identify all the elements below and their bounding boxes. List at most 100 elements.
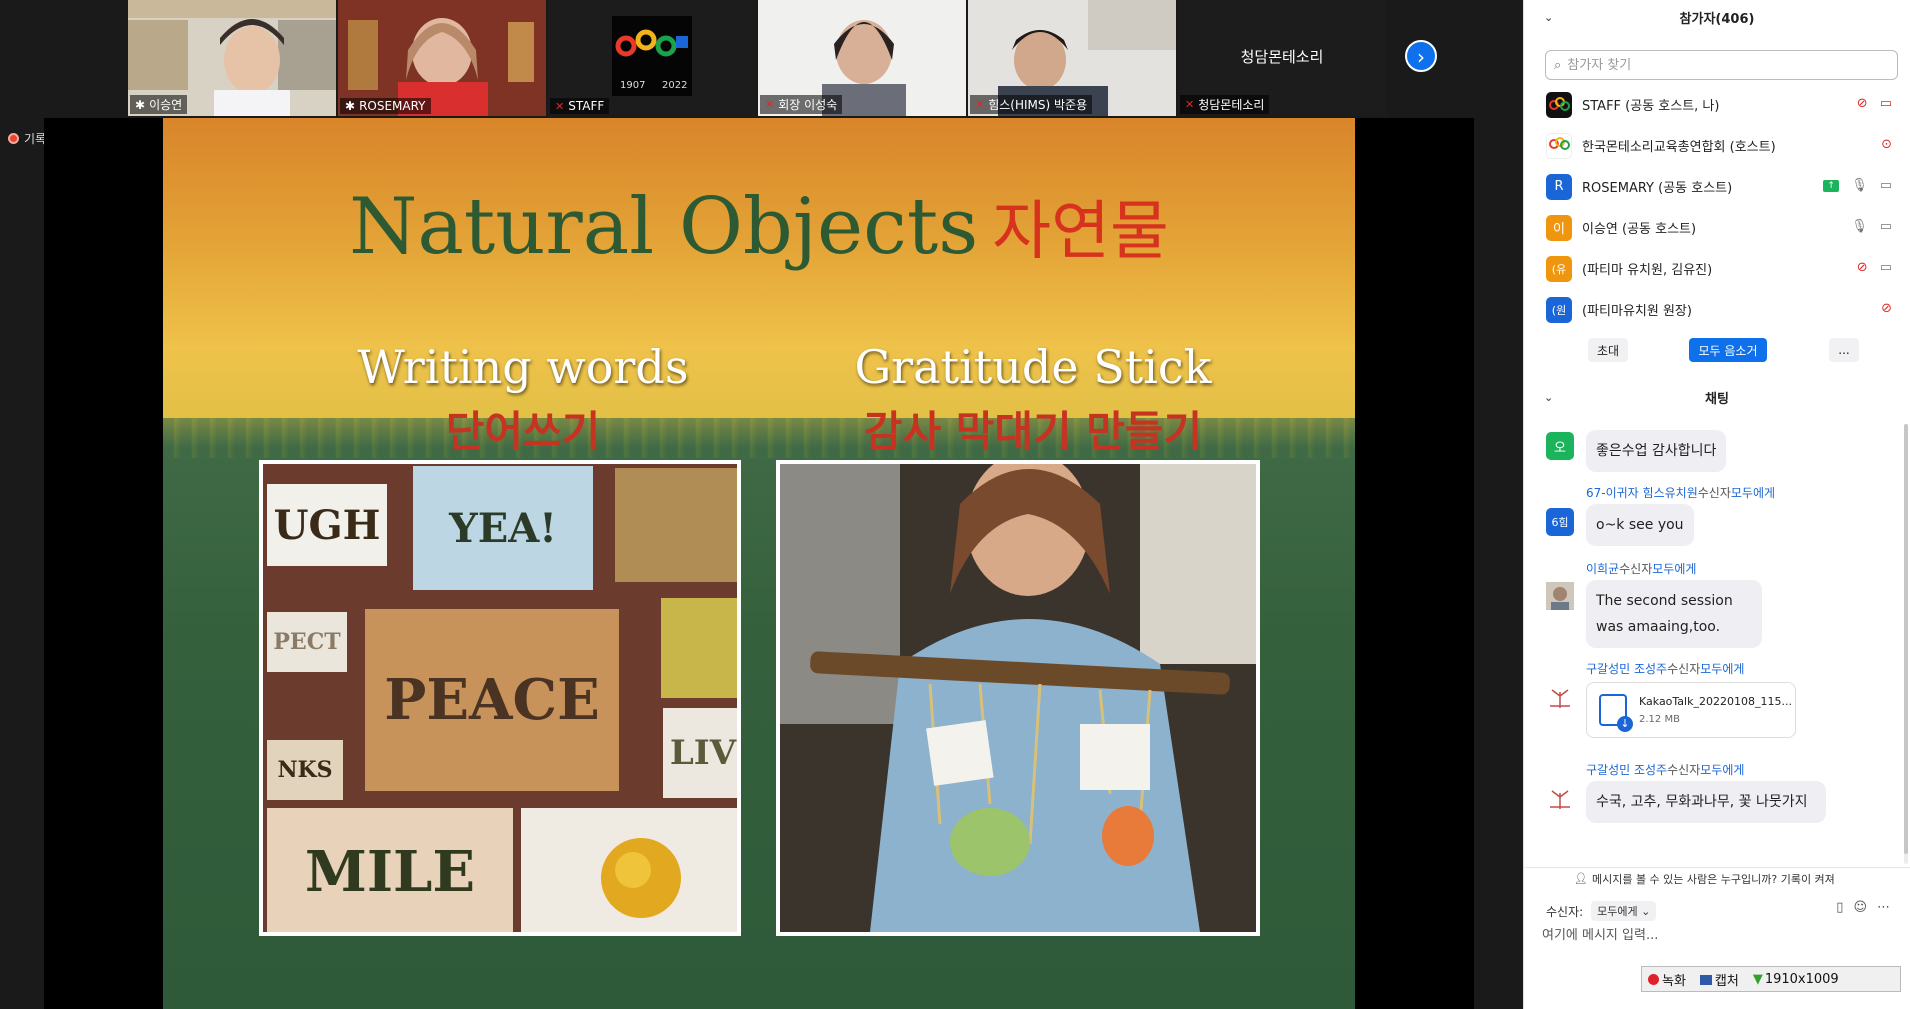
chat-message: 이희균수신자모두에게 The second session was amaain… [1546, 560, 1886, 650]
mic-off-icon[interactable]: ⊘ [1881, 301, 1892, 316]
participant-row[interactable]: 이 이승연 (공동 호스트) 🎙︎ ▭ [1524, 207, 1910, 248]
scrollbar-thumb[interactable] [1904, 424, 1908, 854]
right-column-heading: Gratitude Stick 감사 막대기 만들기 [773, 340, 1293, 459]
video-thumbnail[interactable]: ✕ 회장 이성숙 [758, 0, 966, 116]
mic-off-icon[interactable]: ⊘ [1857, 96, 1868, 111]
participant-name: 청담몬테소리 [1198, 98, 1265, 112]
participant-row[interactable]: STAFF (공동 호스트, 나) ⊘ ▭ [1524, 84, 1910, 125]
slide-title-english: Natural Objects [349, 182, 979, 272]
more-options-button[interactable]: ... [1829, 338, 1859, 362]
participant-avatar: (원 [1546, 296, 1572, 323]
participant-row[interactable]: (원 (파티마유치원 원장) ⊘ [1524, 289, 1910, 330]
sprout-logo-icon [1550, 689, 1570, 708]
message-bubble: The second session was amaaing,too. [1586, 580, 1762, 648]
participant-actions: 초대 모두 음소거 ... [1524, 338, 1910, 362]
record-button[interactable]: 녹화 [1648, 970, 1686, 989]
sender-avatar [1546, 582, 1574, 610]
video-camera-icon[interactable]: ▭ [1880, 219, 1892, 234]
chat-message: 구갈성민 조성주수신자모두에게 KakaoTalk_20220108_115..… [1546, 660, 1886, 744]
staff-logo-icon [1549, 96, 1570, 111]
video-thumbnail[interactable]: 1907 2022 ✕ STAFF [548, 0, 756, 116]
chevron-down-icon[interactable]: ⌄ [1544, 11, 1553, 24]
file-attachment[interactable]: KakaoTalk_20220108_115... 2.12 MB [1586, 682, 1796, 738]
participant-row[interactable]: (유 (파티마 유치원, 김유진) ⊘ ▭ [1524, 248, 1910, 289]
user-photo-icon [1546, 582, 1574, 610]
file-icon[interactable]: ▯ [1836, 900, 1843, 915]
sender-name[interactable]: 구갈성민 조성주 [1586, 763, 1667, 777]
message-visibility-note[interactable]: 👤︎ 메시지를 볼 수 있는 사람은 누구입니까? 기록이 켜져 [1524, 867, 1910, 889]
sprout-logo-icon [1550, 790, 1570, 809]
slide-title: Natural Objects 자연물 [163, 180, 1355, 272]
participant-search-input[interactable] [1567, 57, 1868, 73]
mute-all-button[interactable]: 모두 음소거 [1689, 338, 1767, 362]
participant-avatar: R [1546, 173, 1572, 200]
chat-title: 채팅 [1705, 391, 1729, 407]
participant-avatar: (유 [1546, 255, 1572, 282]
host-icon: ✱ [345, 99, 356, 113]
sender-name[interactable]: 67-이귀자 힘스유치원 [1586, 486, 1698, 500]
chat-message-list[interactable]: 오 좋은수업 감사합니다 67-이귀자 힘스유치원수신자모두에게 6힘 o~k … [1524, 424, 1910, 864]
people-icon: 👤︎ [1574, 872, 1588, 885]
video-thumbnail[interactable]: ✕ 힘스(HIMS) 박준용 [968, 0, 1176, 116]
sender-name[interactable]: 구갈성민 조성주 [1586, 662, 1667, 676]
message-bubble: 좋은수업 감사합니다 [1586, 430, 1727, 472]
capture-button[interactable]: 캡처 [1699, 970, 1739, 989]
collage-tile: LIV [663, 708, 737, 798]
emoji-icon[interactable]: ☺ [1853, 900, 1867, 915]
recipient-name: 모두에게 [1700, 763, 1745, 777]
microphone-icon[interactable]: 🎙︎ [1851, 178, 1868, 193]
presentation-slide: Natural Objects 자연물 Writing words 단어쓰기 Gr… [163, 118, 1355, 1009]
file-size: 2.12 MB [1639, 714, 1680, 725]
sender-avatar: 오 [1546, 432, 1574, 460]
participants-title: 참가자(406) [1679, 11, 1755, 27]
chevron-down-icon[interactable]: ⌄ [1544, 391, 1553, 404]
mic-off-icon: ✕ [765, 98, 775, 111]
recipient-dropdown[interactable]: 모두에게 ⌄ [1591, 901, 1657, 921]
recipient-label: 수신자: [1546, 904, 1584, 919]
sender-avatar: 6힘 [1546, 508, 1574, 536]
participants-header[interactable]: ⌄ 참가자(406) [1524, 0, 1910, 34]
collage-tile: PEACE [365, 609, 619, 791]
participant-status-icons: ⊘ ▭ [1857, 96, 1892, 111]
participant-name: ROSEMARY (공동 호스트) [1582, 181, 1733, 196]
file-name: KakaoTalk_20220108_115... [1639, 695, 1792, 708]
video-camera-icon[interactable]: ▭ [1880, 178, 1892, 193]
mic-off-icon[interactable]: ⊘ [1857, 260, 1868, 275]
chat-toolbar: ▯ ☺ ⋯ [1836, 900, 1890, 915]
video-camera-icon[interactable]: ▭ [1880, 260, 1892, 275]
recipient-name: 모두에게 [1730, 486, 1776, 500]
participant-row[interactable]: R ROSEMARY (공동 호스트) ↑ 🎙︎ ▭ [1524, 166, 1910, 207]
participant-name-tag: ✱ ROSEMARY [340, 98, 431, 114]
invite-button[interactable]: 초대 [1588, 338, 1628, 362]
participant-status-icons: ⊘ [1881, 301, 1892, 316]
next-page-button[interactable]: › [1405, 40, 1437, 72]
participant-name: 회장 이성숙 [778, 98, 838, 112]
zoom-window: ✱ 이승연 ✱ ROSEMARY 1907 2022 ✕ STAFF ✕ 회장 … [0, 0, 1910, 1009]
participant-search[interactable]: ⌕ [1545, 50, 1898, 80]
microphone-icon[interactable]: 🎙︎ [1851, 219, 1868, 234]
participant-name: 이승연 [149, 98, 183, 112]
chat-header[interactable]: ⌄ 채팅 [1524, 380, 1910, 414]
screen-share-icon: ↑ [1823, 180, 1840, 192]
participant-name-tag: ✕ STAFF [550, 98, 610, 114]
message-meta: 67-이귀자 힘스유치원수신자모두에게 [1586, 484, 1775, 501]
more-icon[interactable]: ⋯ [1877, 900, 1890, 915]
video-thumbnail-strip: ✱ 이승연 ✱ ROSEMARY 1907 2022 ✕ STAFF ✕ 회장 … [128, 0, 1386, 116]
sender-name[interactable]: 이희균 [1586, 562, 1619, 576]
video-off-icon[interactable]: ▭ [1880, 96, 1892, 111]
video-thumbnail[interactable]: ✱ ROSEMARY [338, 0, 546, 116]
video-thumbnail[interactable]: 청담몬테소리 ✕ 청담몬테소리 [1178, 0, 1386, 116]
participant-row[interactable]: 한국몬테소리교육총연합회 (호스트) ⊙ [1524, 125, 1910, 166]
participant-status-icons: ↑ 🎙︎ ▭ [1823, 178, 1892, 193]
svg-text:2022: 2022 [662, 80, 687, 91]
message-bubble: o~k see you [1586, 504, 1694, 546]
chat-scrollbar[interactable] [1904, 424, 1908, 864]
triangle-down-icon: ▼ [1752, 971, 1763, 987]
video-thumbnail[interactable]: ✱ 이승연 [128, 0, 336, 116]
gratitude-stick-photo [776, 460, 1260, 936]
resolution-selector[interactable]: ▼ 1910x1009 [1753, 972, 1839, 987]
chat-message: 67-이귀자 힘스유치원수신자모두에게 6힘 o~k see you [1546, 484, 1886, 550]
collage-tile: PECT [267, 612, 347, 672]
chat-message-input[interactable] [1542, 928, 1882, 943]
recording-icon: ⊙ [1881, 137, 1892, 152]
